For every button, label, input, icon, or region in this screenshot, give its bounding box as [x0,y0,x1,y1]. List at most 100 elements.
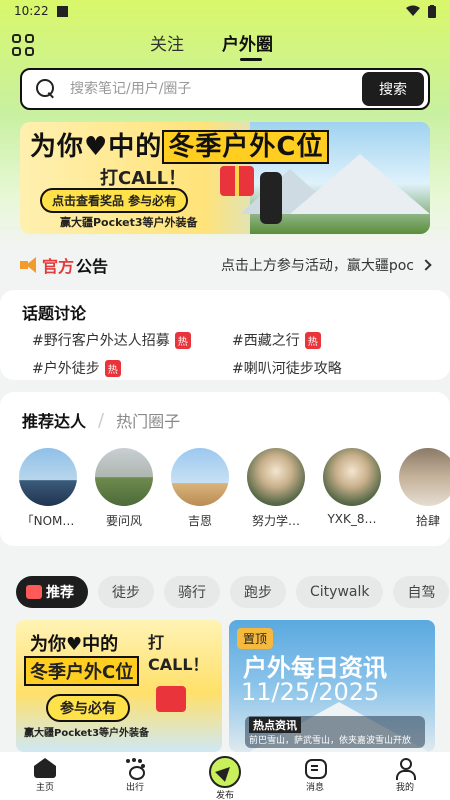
feed-news-date: 11/25/2025 [241,678,380,706]
search-bar: 搜索 [20,68,430,110]
top-tabs: 关注 户外圈 [150,30,273,61]
paw-icon [124,758,146,780]
banner-headline: 为你♥中的 冬季户外C位 [30,126,330,164]
feed-news-tag: 热点资讯 [249,717,301,733]
creator-item[interactable]: 努力学… [246,448,306,529]
profile-icon [394,758,416,780]
creator-list: 「NOM… 要问风 吉恩 努力学… YXK_8… 拾肆 [18,448,450,529]
hot-badge: 热 [174,331,191,349]
category-chips: 推荐 徒步 骑行 跑步 Citywalk 自驾 [16,576,450,608]
nav-home[interactable]: 主页 [15,758,75,793]
promo-banner[interactable]: 为你♥中的 冬季户外C位 打CALL！ 点击查看奖品 参与必有 赢大疆Pocket… [20,122,430,234]
nav-profile[interactable]: 我的 [375,758,435,793]
tab-recommended-creators[interactable]: 推荐达人 [22,408,87,434]
creator-name: 努力学… [251,514,300,528]
avatar [323,448,381,506]
feed-line2: 冬季户外C位 [24,656,140,686]
banner-subtitle: 点击查看奖品 参与必有 [40,188,189,213]
bottom-navigation: 主页 出行 发布 消息 我的 [0,752,450,800]
hot-badge: 热 [104,359,121,377]
banner-headline-part1: 为你♥中的 [30,132,163,162]
chip-self-drive[interactable]: 自驾 [393,576,450,608]
creator-item[interactable]: 吉恩 [170,448,230,529]
creators-tabs: 推荐达人 / 热门圈子 [22,408,180,434]
topic-item[interactable]: #喇叭河徒步攻略 [232,358,432,378]
feed-call: 打CALL！ [148,633,209,674]
status-bar: 10:22 [0,0,450,22]
creator-name: 吉恩 [187,514,212,528]
status-time: 10:22 [14,4,49,18]
creator-item[interactable]: YXK_8… [322,448,382,529]
nav-label: 我的 [395,783,414,793]
chevron-right-icon [420,259,432,271]
banner-call-text: 打CALL！ [100,168,187,189]
megaphone-icon [20,257,38,273]
feed-card-news[interactable]: 置顶 户外每日资讯 11/25/2025 热点资讯 前巴雪山，萨武雪山，依夹嘉波… [229,620,435,752]
feed-small: 赢大疆Pocket3等户外装备 [24,728,150,739]
search-button[interactable]: 搜索 [362,72,424,106]
creator-name: 拾肆 [415,514,440,528]
wifi-icon [406,5,420,16]
topic-item[interactable]: #野行客户外达人招募热 [32,330,232,350]
nav-label: 主页 [35,783,54,793]
search-input[interactable] [70,81,362,97]
tab-following[interactable]: 关注 [150,30,184,61]
notice-title-red: 官方 [42,257,75,276]
banner-small-text: 赢大疆Pocket3等户外装备 [60,216,198,229]
chip-hiking[interactable]: 徒步 [98,576,154,608]
avatar [95,448,153,506]
battery-icon [428,4,436,18]
notification-icon [56,5,68,17]
feed-news-box: 热点资讯 前巴雪山，萨武雪山，依夹嘉波雪山开放 [245,716,425,748]
topics-title: 话题讨论 [22,304,87,323]
notice-text: 点击上方参与活动，赢大疆poc [220,258,414,274]
publish-icon [209,756,241,788]
nav-label: 发布 [215,791,234,800]
topic-label: #野行客户外达人招募 [32,333,170,349]
feed-line1: 为你♥中的 [30,634,119,655]
camera-image [260,172,282,224]
nav-publish[interactable]: 发布 [195,756,255,800]
tab-separator: / [98,409,105,431]
topic-label: #喇叭河徒步攻略 [232,361,342,377]
topic-label: #西藏之行 [232,333,300,349]
avatar [399,448,450,506]
topic-item[interactable]: #西藏之行热 [232,330,432,350]
avatar [171,448,229,506]
search-icon [36,79,56,99]
notice-title-black: 公告 [76,257,109,276]
creator-name: YXK_8… [327,512,377,526]
apps-grid-icon[interactable] [12,34,34,56]
avatar [247,448,305,506]
nav-label: 出行 [125,783,144,793]
chip-citywalk[interactable]: Citywalk [296,576,384,608]
nav-messages[interactable]: 消息 [285,758,345,793]
home-icon [34,758,56,778]
nav-label: 消息 [305,783,324,793]
chip-cycling[interactable]: 骑行 [164,576,220,608]
topic-item[interactable]: #户外徒步热 [32,358,232,378]
topics-card: 话题讨论 #野行客户外达人招募热 #西藏之行热 #户外徒步热 #喇叭河徒步攻略 [0,290,450,380]
tab-outdoor-circle[interactable]: 户外圈 [222,30,273,61]
chip-running[interactable]: 跑步 [230,576,286,608]
top-navigation: 关注 户外圈 [0,26,450,62]
feed-card-promo[interactable]: 为你♥中的 冬季户外C位 打CALL！ 参与必有 赢大疆Pocket3等户外装备 [16,620,222,752]
creators-card: 推荐达人 / 热门圈子 「NOM… 要问风 吉恩 努力学… YXK_8… 拾肆 [0,392,450,546]
creator-item[interactable]: 拾肆 [398,448,450,529]
hot-badge: 热 [304,331,321,349]
banner-headline-part2: 冬季户外C位 [162,130,330,164]
topic-label: #户外徒步 [32,361,100,377]
gift-box-icon [156,686,186,712]
tab-popular-circles[interactable]: 热门圈子 [116,408,180,432]
chip-label: 推荐 [46,585,74,601]
official-notice[interactable]: 官方 公告 点击上方参与活动，赢大疆poc [0,246,450,284]
gift-box-icon [220,166,254,196]
chip-recommended[interactable]: 推荐 [16,576,88,608]
creator-name: 要问风 [105,514,142,528]
pinned-badge: 置顶 [237,628,274,649]
creator-item[interactable]: 「NOM… [18,448,78,529]
creator-item[interactable]: 要问风 [94,448,154,529]
nav-travel[interactable]: 出行 [105,758,165,793]
message-icon [304,758,327,779]
thumbs-up-icon [26,585,42,599]
